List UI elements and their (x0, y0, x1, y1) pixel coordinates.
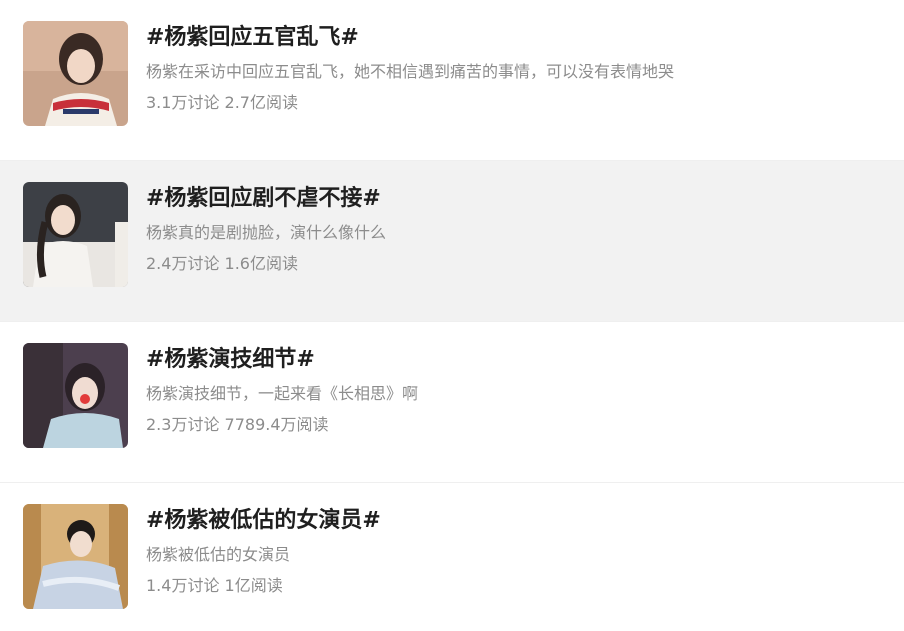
topic-thumbnail[interactable] (23, 21, 128, 126)
topic-title[interactable]: #杨紫被低估的女演员# (146, 505, 884, 537)
topic-title[interactable]: #杨紫回应剧不虐不接# (146, 183, 884, 215)
topic-row[interactable]: #杨紫被低估的女演员# 杨紫被低估的女演员 1.4万讨论 1亿阅读 (0, 483, 904, 631)
topic-stats: 3.1万讨论 2.7亿阅读 (146, 93, 298, 112)
topic-stats: 1.4万讨论 1亿阅读 (146, 576, 283, 595)
topic-row[interactable]: #杨紫回应五官乱飞# 杨紫在采访中回应五官乱飞，她不相信遇到痛苦的事情，可以没有… (0, 0, 904, 161)
topic-description: 杨紫被低估的女演员 (146, 545, 291, 564)
topic-stats: 2.3万讨论 7789.4万阅读 (146, 415, 329, 434)
topic-thumbnail[interactable] (23, 504, 128, 609)
topic-stats: 2.4万讨论 1.6亿阅读 (146, 254, 298, 273)
topic-title[interactable]: #杨紫演技细节# (146, 344, 884, 376)
topic-description: 杨紫在采访中回应五官乱飞，她不相信遇到痛苦的事情，可以没有表情地哭 (146, 62, 675, 81)
topic-thumbnail[interactable] (23, 182, 128, 287)
topic-description: 杨紫真的是剧抛脸，演什么像什么 (146, 223, 387, 242)
topic-row[interactable]: #杨紫回应剧不虐不接# 杨紫真的是剧抛脸，演什么像什么 2.4万讨论 1.6亿阅… (0, 161, 904, 322)
topic-row[interactable]: #杨紫演技细节# 杨紫演技细节，一起来看《长相思》啊 2.3万讨论 7789.4… (0, 322, 904, 483)
topic-description: 杨紫演技细节，一起来看《长相思》啊 (146, 384, 419, 403)
topic-list: #杨紫回应五官乱飞# 杨紫在采访中回应五官乱飞，她不相信遇到痛苦的事情，可以没有… (0, 0, 904, 631)
topic-title[interactable]: #杨紫回应五官乱飞# (146, 22, 884, 54)
topic-thumbnail[interactable] (23, 343, 128, 448)
